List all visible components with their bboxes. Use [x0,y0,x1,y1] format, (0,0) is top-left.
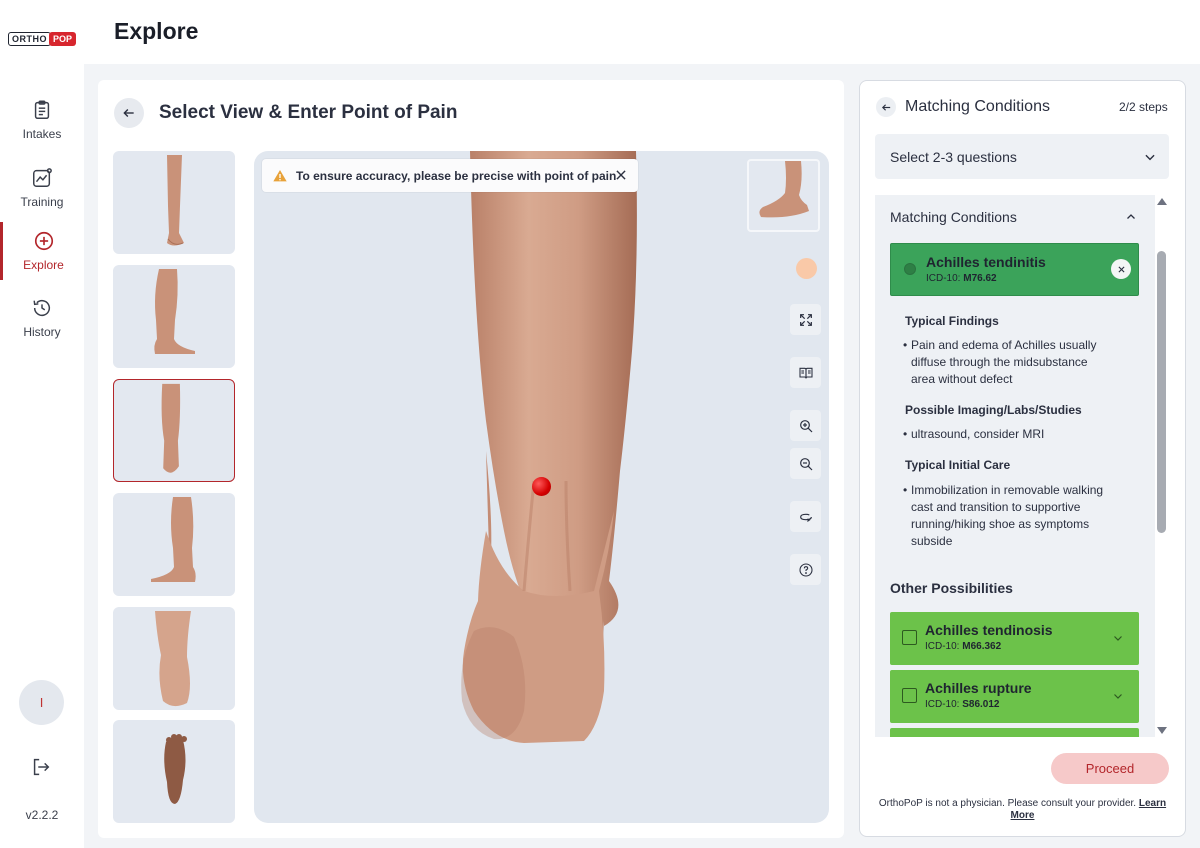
condition-name: Achilles tendinosis [925,622,1053,638]
sidebar-item-explore[interactable]: Explore [0,222,84,280]
app-version: v2.2.2 [25,808,59,822]
step-counter: 2/2 steps [1119,100,1168,114]
condition-code: ICD-10: S86.012 [925,699,1000,710]
side-leg-image [151,497,196,582]
thumbnail-side-view-right[interactable] [113,493,235,596]
zoom-out-button[interactable] [790,448,821,479]
back-leg-image [161,383,181,473]
initial-care-heading: Typical Initial Care [905,458,1011,472]
close-icon [1117,265,1125,273]
mini-preview-foot[interactable] [747,159,820,232]
sidebar-item-history[interactable]: History [0,288,84,348]
condition-name: Achilles rupture [925,680,1032,696]
condition-achilles-tendinitis[interactable]: Achilles tendinitis ICD-10: M76.62 [890,243,1139,296]
arrow-left-icon [881,103,890,111]
chart-icon [33,168,52,187]
arrow-left-icon [123,109,134,117]
thumbnail-side-view-left[interactable] [113,265,235,368]
condition-checkbox[interactable] [902,630,917,645]
disclaimer: OrthoPoP is not a physician. Please cons… [870,798,1175,822]
panel-title: Matching Conditions [905,98,1050,115]
zoom-in-button[interactable] [790,410,821,441]
pain-point-marker[interactable] [532,477,551,496]
sidebar-item-label: Explore [23,258,64,272]
scroll-up-arrow[interactable] [1157,198,1167,205]
rotate-button[interactable] [790,501,821,532]
thumbnail-back-view[interactable] [113,379,235,482]
plus-circle-icon [34,231,53,251]
questions-dropdown[interactable]: Select 2-3 questions [875,134,1169,179]
chevron-down-icon[interactable] [1112,632,1124,644]
scrollbar-thumb[interactable] [1157,251,1166,533]
view-section-title: Select View & Enter Point of Pain [159,102,458,123]
close-icon[interactable] [614,168,628,182]
condition-code: ICD-10: M66.362 [925,641,1002,652]
other-possibilities-heading: Other Possibilities [890,580,1013,596]
condition-card-partial[interactable] [890,728,1139,737]
expand-icon [799,313,812,326]
questions-dropdown-label: Select 2-3 questions [890,148,1017,165]
condition-radio[interactable] [904,263,916,275]
typical-findings-heading: Typical Findings [905,314,999,328]
sidebar-item-label: History [23,325,61,339]
sole-foot-image [164,734,187,804]
zoom-out-icon [799,457,812,470]
clipboard-icon [34,100,50,119]
sidebar-item-intakes[interactable]: Intakes [0,90,84,150]
avatar[interactable]: I [19,680,64,725]
fullscreen-button[interactable] [790,304,821,335]
condition-name: Achilles tendinitis [926,254,1046,270]
warning-text: To ensure accuracy, please be precise wi… [296,168,617,183]
imaging-heading: Possible Imaging/Labs/Studies [905,403,1082,417]
rotate-icon [799,513,812,522]
condition-achilles-rupture[interactable]: Achilles rupture ICD-10: S86.012 [890,670,1139,723]
disclaimer-text: OrthoPoP is not a physician. Please cons… [878,798,1137,809]
sidebar: ORTHO POP Intakes Training Explore Histo… [0,0,84,848]
warning-icon [273,169,287,181]
sidebar-item-label: Training [20,195,64,209]
front-leg-image [167,155,184,246]
chevron-down-icon[interactable] [1112,690,1124,702]
imaging-item: ultrasound, consider MRI [903,426,1121,443]
thumbnail-sole-view[interactable] [113,720,235,823]
logout-icon[interactable] [30,756,52,778]
logo-ortho: ORTHO [8,32,51,46]
help-icon [798,562,813,577]
matching-conditions-header: Matching Conditions [890,209,1017,225]
chevron-up-icon[interactable] [1125,211,1137,223]
model-viewer[interactable] [254,151,829,823]
thumbnail-front-view[interactable] [113,151,235,254]
help-button[interactable] [790,554,821,585]
book-icon [798,367,813,378]
back-button[interactable] [114,98,144,128]
panel-scrollbar[interactable] [1155,195,1169,737]
top-foot-image [155,611,191,707]
condition-code: ICD-10: M76.62 [926,273,997,284]
skin-color-swatch[interactable] [796,258,817,279]
book-button[interactable] [790,357,821,388]
zoom-in-icon [799,419,812,432]
condition-achilles-tendinosis[interactable]: Achilles tendinosis ICD-10: M66.362 [890,612,1139,665]
initial-care-item: Immobilization in removable walking cast… [903,482,1107,550]
chevron-down-icon [1145,154,1155,161]
thumbnail-top-view[interactable] [113,607,235,710]
logo-pop: POP [49,32,77,46]
typical-findings-item: Pain and edema of Achilles usually diffu… [903,337,1111,388]
accuracy-warning: To ensure accuracy, please be precise wi… [262,159,638,192]
remove-condition-button[interactable] [1111,259,1131,279]
history-icon [33,300,51,317]
sidebar-item-label: Intakes [22,127,62,141]
page-title: Explore [114,18,199,44]
orthopop-logo: ORTHO POP [8,30,77,48]
sidebar-item-training[interactable]: Training [0,158,84,218]
conditions-scroll-area[interactable]: Matching Conditions Achilles tendinitis … [875,195,1155,737]
condition-checkbox[interactable] [902,688,917,703]
proceed-button[interactable]: Proceed [1051,753,1169,784]
scroll-down-arrow[interactable] [1157,727,1167,734]
side-leg-image [154,269,195,354]
mini-foot-image [759,161,809,218]
panel-back-button[interactable] [876,97,896,117]
